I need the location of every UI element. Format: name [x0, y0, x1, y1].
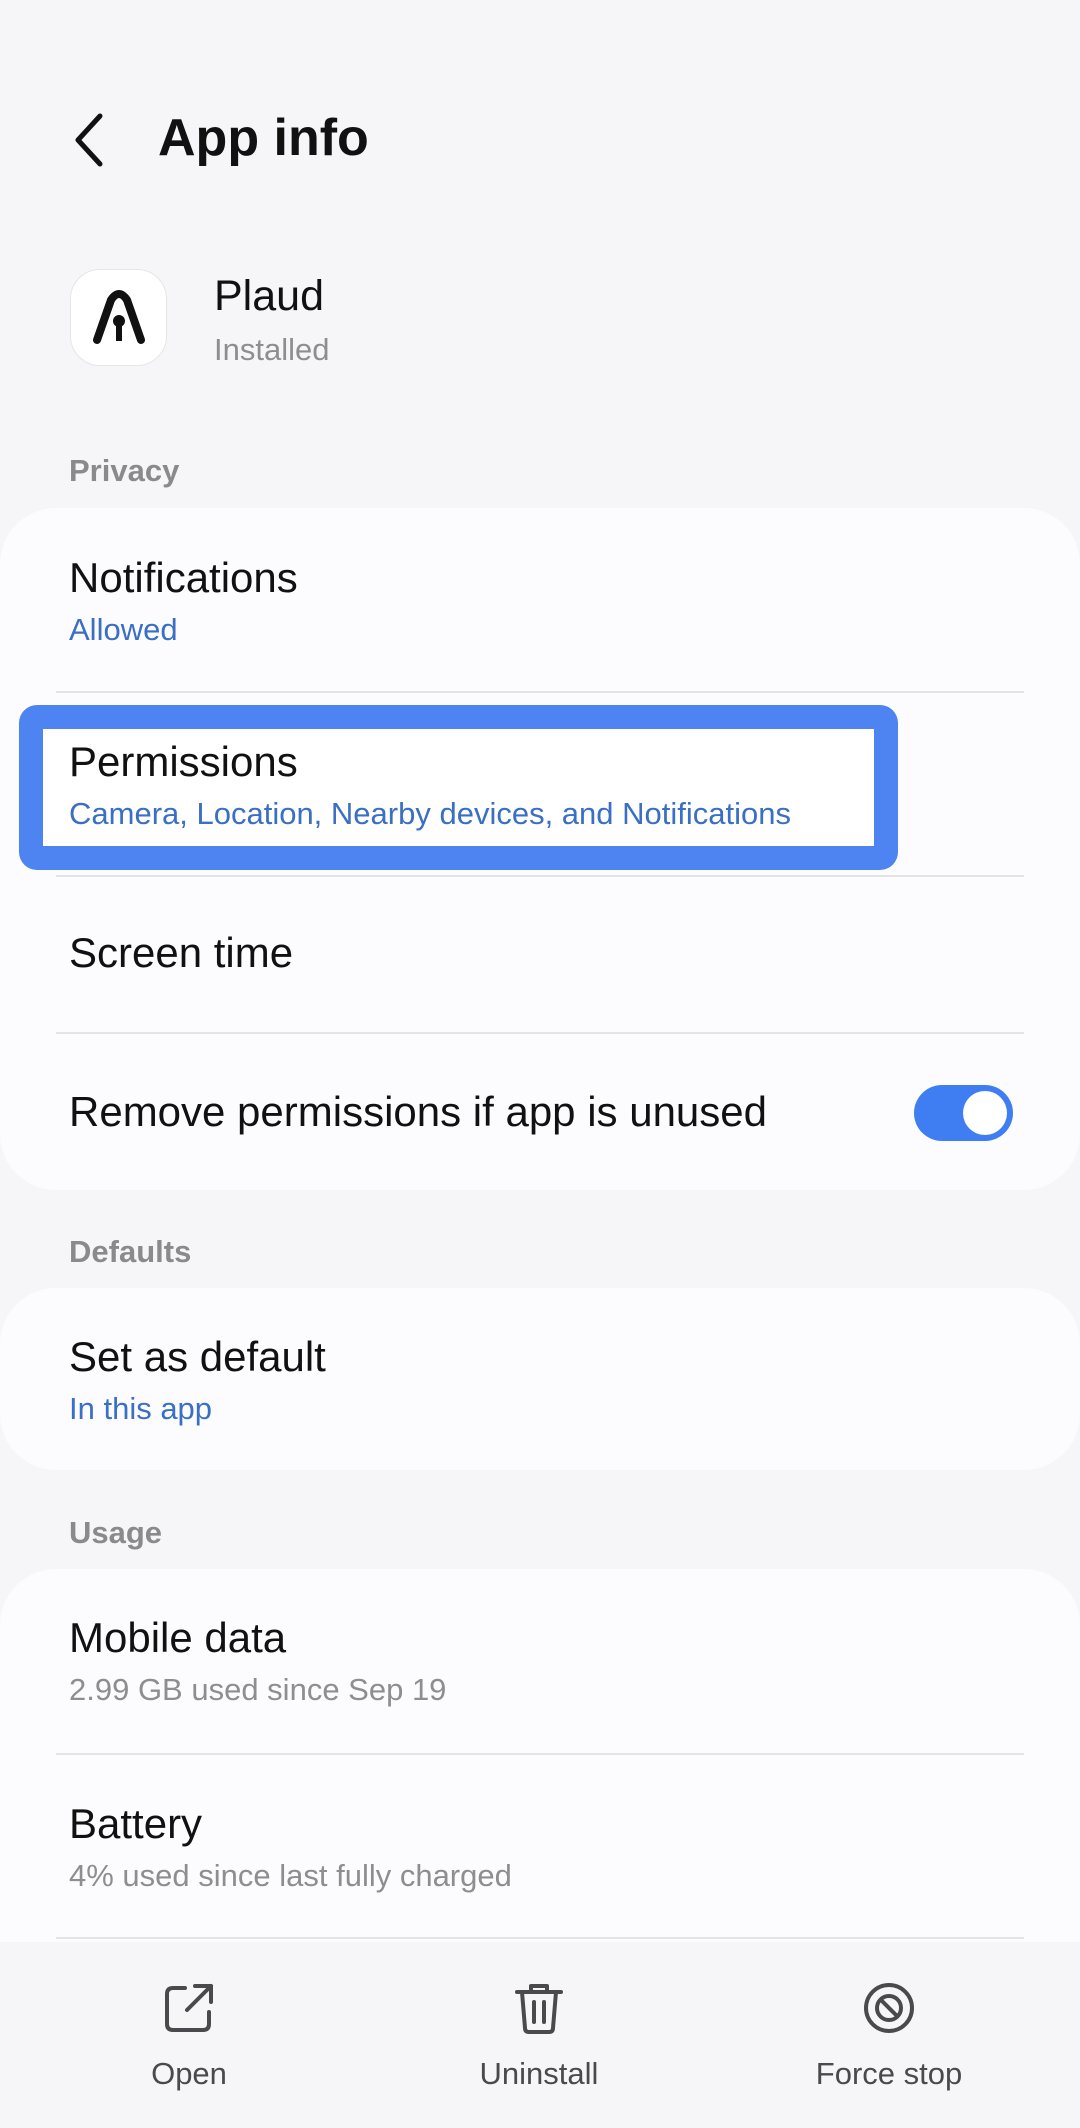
- open-external-icon: [165, 1984, 213, 2032]
- set-as-default-subtitle: In this app: [69, 1391, 213, 1426]
- uninstall-label: Uninstall: [479, 2056, 599, 2091]
- toggle-knob: [963, 1091, 1007, 1135]
- section-label-privacy: Privacy: [69, 453, 180, 488]
- header: App info: [0, 100, 1080, 180]
- mobile-data-title: Mobile data: [69, 1614, 287, 1661]
- page-title: App info: [158, 109, 369, 167]
- notifications-title: Notifications: [69, 554, 298, 601]
- app-name: Plaud: [214, 272, 324, 320]
- battery-item[interactable]: Battery 4% used since last fully charged: [0, 1755, 1080, 1939]
- section-label-defaults: Defaults: [69, 1234, 192, 1269]
- block-icon: [864, 1983, 914, 2033]
- section-label-usage: Usage: [69, 1515, 163, 1550]
- notifications-item[interactable]: Notifications Allowed: [0, 508, 1080, 692]
- permissions-subtitle: Camera, Location, Nearby devices, and No…: [69, 796, 791, 831]
- mobile-data-subtitle: 2.99 GB used since Sep 19: [69, 1672, 447, 1707]
- set-as-default-item[interactable]: Set as default In this app: [0, 1288, 1080, 1470]
- app-icon: [70, 269, 167, 366]
- set-as-default-title: Set as default: [69, 1333, 326, 1380]
- screen-time-item[interactable]: Screen time: [0, 877, 1080, 1032]
- permissions-item[interactable]: Permissions Camera, Location, Nearby dev…: [0, 693, 1080, 876]
- screen-time-title: Screen time: [69, 929, 294, 976]
- battery-title: Battery: [69, 1800, 203, 1847]
- force-stop-label: Force stop: [815, 2056, 963, 2091]
- mobile-data-item[interactable]: Mobile data 2.99 GB used since Sep 19: [0, 1569, 1080, 1753]
- force-stop-button[interactable]: Force stop: [779, 1980, 999, 2100]
- battery-subtitle: 4% used since last fully charged: [69, 1858, 512, 1893]
- plaud-logo-icon: [92, 289, 145, 344]
- app-info-screen: App info Plaud Installed Privacy Notific…: [0, 0, 1080, 2128]
- app-status: Installed: [214, 332, 330, 367]
- open-button[interactable]: Open: [79, 1980, 299, 2100]
- open-label: Open: [151, 2056, 227, 2091]
- permissions-title: Permissions: [69, 738, 298, 785]
- notifications-subtitle: Allowed: [69, 612, 178, 647]
- remove-permissions-toggle[interactable]: [914, 1085, 1013, 1141]
- divider: [56, 1937, 1024, 1939]
- back-button[interactable]: [60, 105, 120, 175]
- uninstall-button[interactable]: Uninstall: [429, 1980, 649, 2100]
- remove-permissions-title: Remove permissions if app is unused: [69, 1088, 768, 1135]
- chevron-left-icon: [75, 113, 103, 167]
- trash-icon: [515, 1984, 563, 2034]
